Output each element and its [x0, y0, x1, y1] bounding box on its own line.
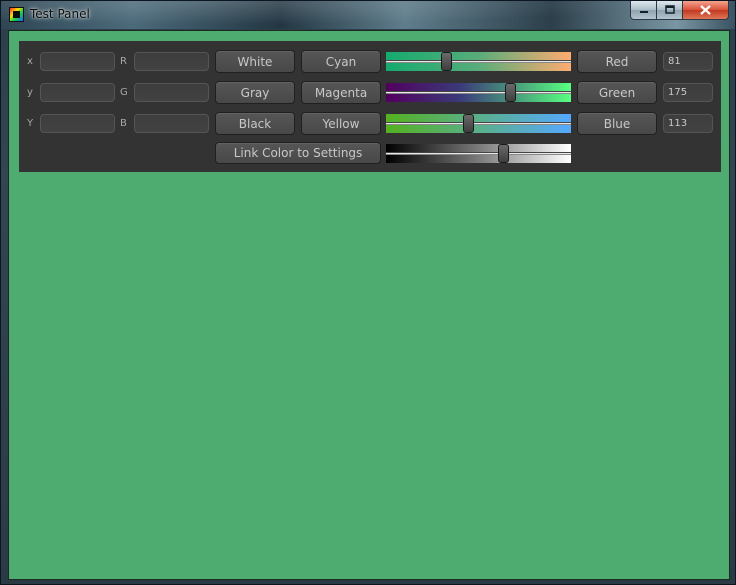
blue-value-field[interactable]: 113	[663, 114, 713, 133]
gray-slider[interactable]	[386, 144, 571, 163]
label-g: G	[120, 87, 128, 98]
green-button[interactable]: Green	[577, 81, 657, 104]
b-field[interactable]	[134, 114, 209, 133]
label-b: B	[120, 118, 127, 129]
window-title: Test Panel	[30, 7, 90, 21]
close-icon	[700, 5, 711, 15]
label-x: x	[27, 56, 33, 67]
link-color-to-settings-button[interactable]: Link Color to Settings	[215, 142, 381, 164]
green-slider[interactable]	[386, 83, 571, 102]
client-area: x R White Cyan Red 81 y G Gray Magenta G	[8, 30, 730, 580]
gray-slider-track	[386, 152, 571, 155]
black-button[interactable]: Black	[215, 112, 295, 135]
maximize-button[interactable]	[657, 1, 683, 20]
y-field[interactable]	[40, 83, 115, 102]
cyan-button[interactable]: Cyan	[301, 50, 381, 73]
r-field[interactable]	[134, 52, 209, 71]
blue-slider-thumb[interactable]	[463, 114, 474, 133]
green-slider-thumb[interactable]	[505, 83, 516, 102]
red-slider[interactable]	[386, 52, 571, 71]
gray-slider-thumb[interactable]	[498, 144, 509, 163]
minimize-icon	[639, 11, 648, 13]
red-slider-track	[386, 60, 571, 63]
app-icon	[9, 7, 24, 22]
title-bar[interactable]: Test Panel	[1, 1, 735, 29]
red-button[interactable]: Red	[577, 50, 657, 73]
g-field[interactable]	[134, 83, 209, 102]
close-button[interactable]	[683, 1, 729, 20]
x-field[interactable]	[40, 52, 115, 71]
label-r: R	[120, 56, 127, 67]
red-slider-thumb[interactable]	[441, 52, 452, 71]
caption-buttons	[630, 1, 729, 21]
test-panel-window: Test Panel x R White Cyan Red 81 y G Gra…	[0, 0, 736, 585]
white-button[interactable]: White	[215, 50, 295, 73]
magenta-button[interactable]: Magenta	[301, 81, 381, 104]
control-panel: x R White Cyan Red 81 y G Gray Magenta G	[19, 41, 721, 172]
blue-slider[interactable]	[386, 114, 571, 133]
blue-slider-track	[386, 122, 571, 125]
maximize-icon	[664, 5, 675, 14]
yellow-button[interactable]: Yellow	[301, 112, 381, 135]
label-luma-y: Y	[27, 118, 34, 129]
blue-button[interactable]: Blue	[577, 112, 657, 135]
label-y: y	[27, 87, 33, 98]
luma-y-field[interactable]	[40, 114, 115, 133]
green-value-field[interactable]: 175	[663, 83, 713, 102]
minimize-button[interactable]	[630, 1, 657, 20]
red-value-field[interactable]: 81	[663, 52, 713, 71]
green-slider-track	[386, 91, 571, 94]
gray-button[interactable]: Gray	[215, 81, 295, 104]
